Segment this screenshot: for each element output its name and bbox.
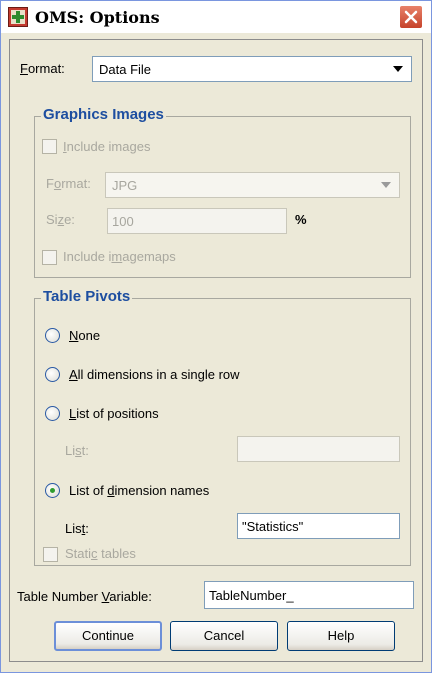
- positions-list-label: List:: [65, 443, 89, 458]
- positions-list-input[interactable]: [237, 436, 400, 462]
- format-value: Data File: [99, 62, 152, 77]
- all-dimensions-radio[interactable]: [45, 367, 60, 382]
- include-images-checkbox[interactable]: [42, 139, 57, 154]
- app-icon: [8, 7, 28, 27]
- graphics-format-value: JPG: [112, 178, 138, 193]
- include-images-label: Include images: [63, 139, 151, 154]
- dialog-body: Format: Data File Graphics Images Includ…: [9, 39, 423, 662]
- list-of-positions-label: List of positions: [69, 406, 159, 421]
- include-imagemaps-label: Include imagemaps: [63, 249, 176, 264]
- table-number-value: TableNumber_: [209, 588, 294, 603]
- size-unit: %: [295, 212, 307, 227]
- graphics-images-title: Graphics Images: [41, 106, 166, 123]
- static-tables-label: Static tables: [65, 546, 136, 561]
- continue-button[interactable]: Continue: [54, 621, 162, 651]
- graphics-format-select[interactable]: JPG: [105, 172, 400, 198]
- none-radio[interactable]: [45, 328, 60, 343]
- table-pivots-group: Table Pivots None All dimensions in a si…: [34, 288, 411, 566]
- window-title: OMS: Options: [35, 8, 160, 27]
- none-label: None: [69, 328, 101, 343]
- list-of-dimension-names-radio[interactable]: [45, 483, 60, 498]
- radio-selected-dot: [50, 488, 55, 493]
- list-of-dimension-names-label: List of dimension names: [69, 483, 210, 498]
- close-icon: [404, 10, 418, 24]
- chevron-down-icon: [393, 66, 403, 72]
- help-button[interactable]: Help: [287, 621, 395, 651]
- format-select[interactable]: Data File: [92, 56, 412, 82]
- table-number-input[interactable]: TableNumber_: [204, 581, 414, 609]
- table-number-label: Table Number Variable:: [17, 589, 152, 604]
- include-imagemaps-checkbox[interactable]: [42, 250, 57, 265]
- dimension-list-label: List:: [65, 521, 89, 536]
- size-value: 100: [112, 214, 134, 229]
- table-pivots-title: Table Pivots: [41, 288, 133, 305]
- static-tables-checkbox[interactable]: [43, 547, 58, 562]
- cancel-button[interactable]: Cancel: [170, 621, 278, 651]
- list-of-positions-radio[interactable]: [45, 406, 60, 421]
- chevron-down-icon: [381, 182, 391, 188]
- title-bar[interactable]: OMS: Options: [1, 1, 431, 33]
- dimension-list-value: "Statistics": [242, 519, 304, 534]
- size-input[interactable]: 100: [107, 208, 287, 234]
- dimension-list-input[interactable]: "Statistics": [237, 513, 400, 539]
- oms-options-dialog: OMS: Options Format: Data File Graphics …: [0, 0, 432, 673]
- all-dimensions-label: All dimensions in a single row: [69, 367, 240, 382]
- size-label: Size:: [46, 212, 75, 227]
- graphics-images-group: Graphics Images Include images Format: J…: [34, 106, 411, 278]
- format-label: Format:: [20, 61, 65, 76]
- close-button[interactable]: [399, 5, 423, 29]
- graphics-format-label: Format:: [46, 176, 91, 191]
